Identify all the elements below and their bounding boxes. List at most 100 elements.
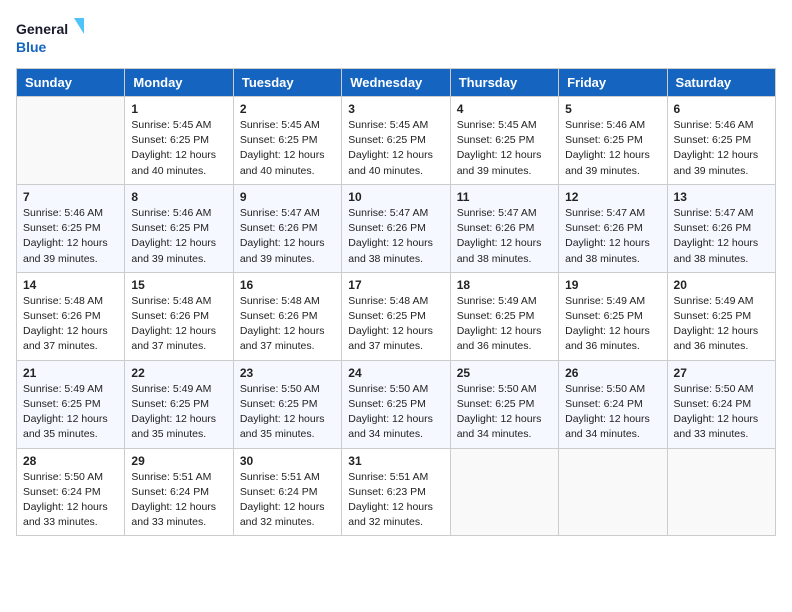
daylight-text2: and 34 minutes. [348,427,443,442]
sunset-text: Sunset: 6:26 PM [674,221,769,236]
daylight-text2: and 36 minutes. [565,339,660,354]
sunset-text: Sunset: 6:26 PM [240,309,335,324]
daylight-text2: and 38 minutes. [674,252,769,267]
daylight-text: Daylight: 12 hours [348,324,443,339]
sunset-text: Sunset: 6:25 PM [131,221,226,236]
daylight-text2: and 34 minutes. [565,427,660,442]
calendar-cell: 15 Sunrise: 5:48 AM Sunset: 6:26 PM Dayl… [125,272,233,360]
daylight-text: Daylight: 12 hours [131,148,226,163]
calendar-cell: 20 Sunrise: 5:49 AM Sunset: 6:25 PM Dayl… [667,272,775,360]
sunrise-text: Sunrise: 5:45 AM [131,118,226,133]
sunset-text: Sunset: 6:24 PM [23,485,118,500]
day-number: 21 [23,366,118,380]
calendar-cell [17,97,125,185]
sunrise-text: Sunrise: 5:45 AM [240,118,335,133]
day-number: 2 [240,102,335,116]
daylight-text: Daylight: 12 hours [457,236,552,251]
sunrise-text: Sunrise: 5:51 AM [348,470,443,485]
logo-svg: General Blue [16,16,86,60]
sunset-text: Sunset: 6:23 PM [348,485,443,500]
daylight-text: Daylight: 12 hours [674,148,769,163]
calendar-cell: 6 Sunrise: 5:46 AM Sunset: 6:25 PM Dayli… [667,97,775,185]
calendar-cell: 27 Sunrise: 5:50 AM Sunset: 6:24 PM Dayl… [667,360,775,448]
daylight-text2: and 39 minutes. [565,164,660,179]
svg-text:Blue: Blue [16,39,47,55]
sunset-text: Sunset: 6:25 PM [348,133,443,148]
daylight-text: Daylight: 12 hours [674,236,769,251]
sunrise-text: Sunrise: 5:48 AM [131,294,226,309]
calendar-cell: 23 Sunrise: 5:50 AM Sunset: 6:25 PM Dayl… [233,360,341,448]
sunset-text: Sunset: 6:24 PM [674,397,769,412]
daylight-text2: and 39 minutes. [131,252,226,267]
sunrise-text: Sunrise: 5:50 AM [674,382,769,397]
daylight-text2: and 40 minutes. [348,164,443,179]
calendar-cell: 21 Sunrise: 5:49 AM Sunset: 6:25 PM Dayl… [17,360,125,448]
sunset-text: Sunset: 6:25 PM [674,309,769,324]
daylight-text2: and 34 minutes. [457,427,552,442]
weekday-header-saturday: Saturday [667,69,775,97]
daylight-text: Daylight: 12 hours [131,500,226,515]
daylight-text: Daylight: 12 hours [348,236,443,251]
daylight-text: Daylight: 12 hours [674,412,769,427]
daylight-text2: and 35 minutes. [131,427,226,442]
calendar-cell: 1 Sunrise: 5:45 AM Sunset: 6:25 PM Dayli… [125,97,233,185]
daylight-text: Daylight: 12 hours [240,236,335,251]
day-number: 17 [348,278,443,292]
day-number: 27 [674,366,769,380]
day-number: 1 [131,102,226,116]
sunrise-text: Sunrise: 5:49 AM [23,382,118,397]
day-number: 26 [565,366,660,380]
calendar-week-5: 28 Sunrise: 5:50 AM Sunset: 6:24 PM Dayl… [17,448,776,536]
sunrise-text: Sunrise: 5:46 AM [565,118,660,133]
sunrise-text: Sunrise: 5:51 AM [131,470,226,485]
sunset-text: Sunset: 6:26 PM [23,309,118,324]
daylight-text: Daylight: 12 hours [348,412,443,427]
sunrise-text: Sunrise: 5:47 AM [565,206,660,221]
sunrise-text: Sunrise: 5:49 AM [674,294,769,309]
day-number: 24 [348,366,443,380]
day-number: 4 [457,102,552,116]
daylight-text2: and 37 minutes. [348,339,443,354]
daylight-text: Daylight: 12 hours [348,148,443,163]
sunrise-text: Sunrise: 5:51 AM [240,470,335,485]
sunset-text: Sunset: 6:25 PM [23,221,118,236]
calendar-cell: 31 Sunrise: 5:51 AM Sunset: 6:23 PM Dayl… [342,448,450,536]
sunrise-text: Sunrise: 5:45 AM [348,118,443,133]
day-number: 28 [23,454,118,468]
sunset-text: Sunset: 6:25 PM [348,397,443,412]
calendar-cell: 30 Sunrise: 5:51 AM Sunset: 6:24 PM Dayl… [233,448,341,536]
daylight-text2: and 37 minutes. [240,339,335,354]
calendar-cell: 18 Sunrise: 5:49 AM Sunset: 6:25 PM Dayl… [450,272,558,360]
day-number: 9 [240,190,335,204]
daylight-text2: and 39 minutes. [240,252,335,267]
daylight-text2: and 40 minutes. [131,164,226,179]
day-number: 16 [240,278,335,292]
sunrise-text: Sunrise: 5:50 AM [565,382,660,397]
day-number: 7 [23,190,118,204]
sunset-text: Sunset: 6:26 PM [240,221,335,236]
sunset-text: Sunset: 6:26 PM [131,309,226,324]
calendar-cell: 2 Sunrise: 5:45 AM Sunset: 6:25 PM Dayli… [233,97,341,185]
sunrise-text: Sunrise: 5:49 AM [131,382,226,397]
sunrise-text: Sunrise: 5:49 AM [457,294,552,309]
day-number: 3 [348,102,443,116]
calendar-cell: 22 Sunrise: 5:49 AM Sunset: 6:25 PM Dayl… [125,360,233,448]
daylight-text2: and 37 minutes. [23,339,118,354]
sunrise-text: Sunrise: 5:50 AM [457,382,552,397]
weekday-header-tuesday: Tuesday [233,69,341,97]
sunrise-text: Sunrise: 5:49 AM [565,294,660,309]
sunset-text: Sunset: 6:25 PM [240,133,335,148]
sunset-text: Sunset: 6:26 PM [348,221,443,236]
calendar-cell: 29 Sunrise: 5:51 AM Sunset: 6:24 PM Dayl… [125,448,233,536]
sunset-text: Sunset: 6:25 PM [565,133,660,148]
weekday-header-monday: Monday [125,69,233,97]
calendar-cell: 26 Sunrise: 5:50 AM Sunset: 6:24 PM Dayl… [559,360,667,448]
daylight-text2: and 38 minutes. [348,252,443,267]
daylight-text2: and 36 minutes. [674,339,769,354]
daylight-text: Daylight: 12 hours [23,324,118,339]
daylight-text2: and 36 minutes. [457,339,552,354]
calendar-week-4: 21 Sunrise: 5:49 AM Sunset: 6:25 PM Dayl… [17,360,776,448]
sunrise-text: Sunrise: 5:46 AM [131,206,226,221]
daylight-text2: and 35 minutes. [240,427,335,442]
daylight-text: Daylight: 12 hours [565,148,660,163]
